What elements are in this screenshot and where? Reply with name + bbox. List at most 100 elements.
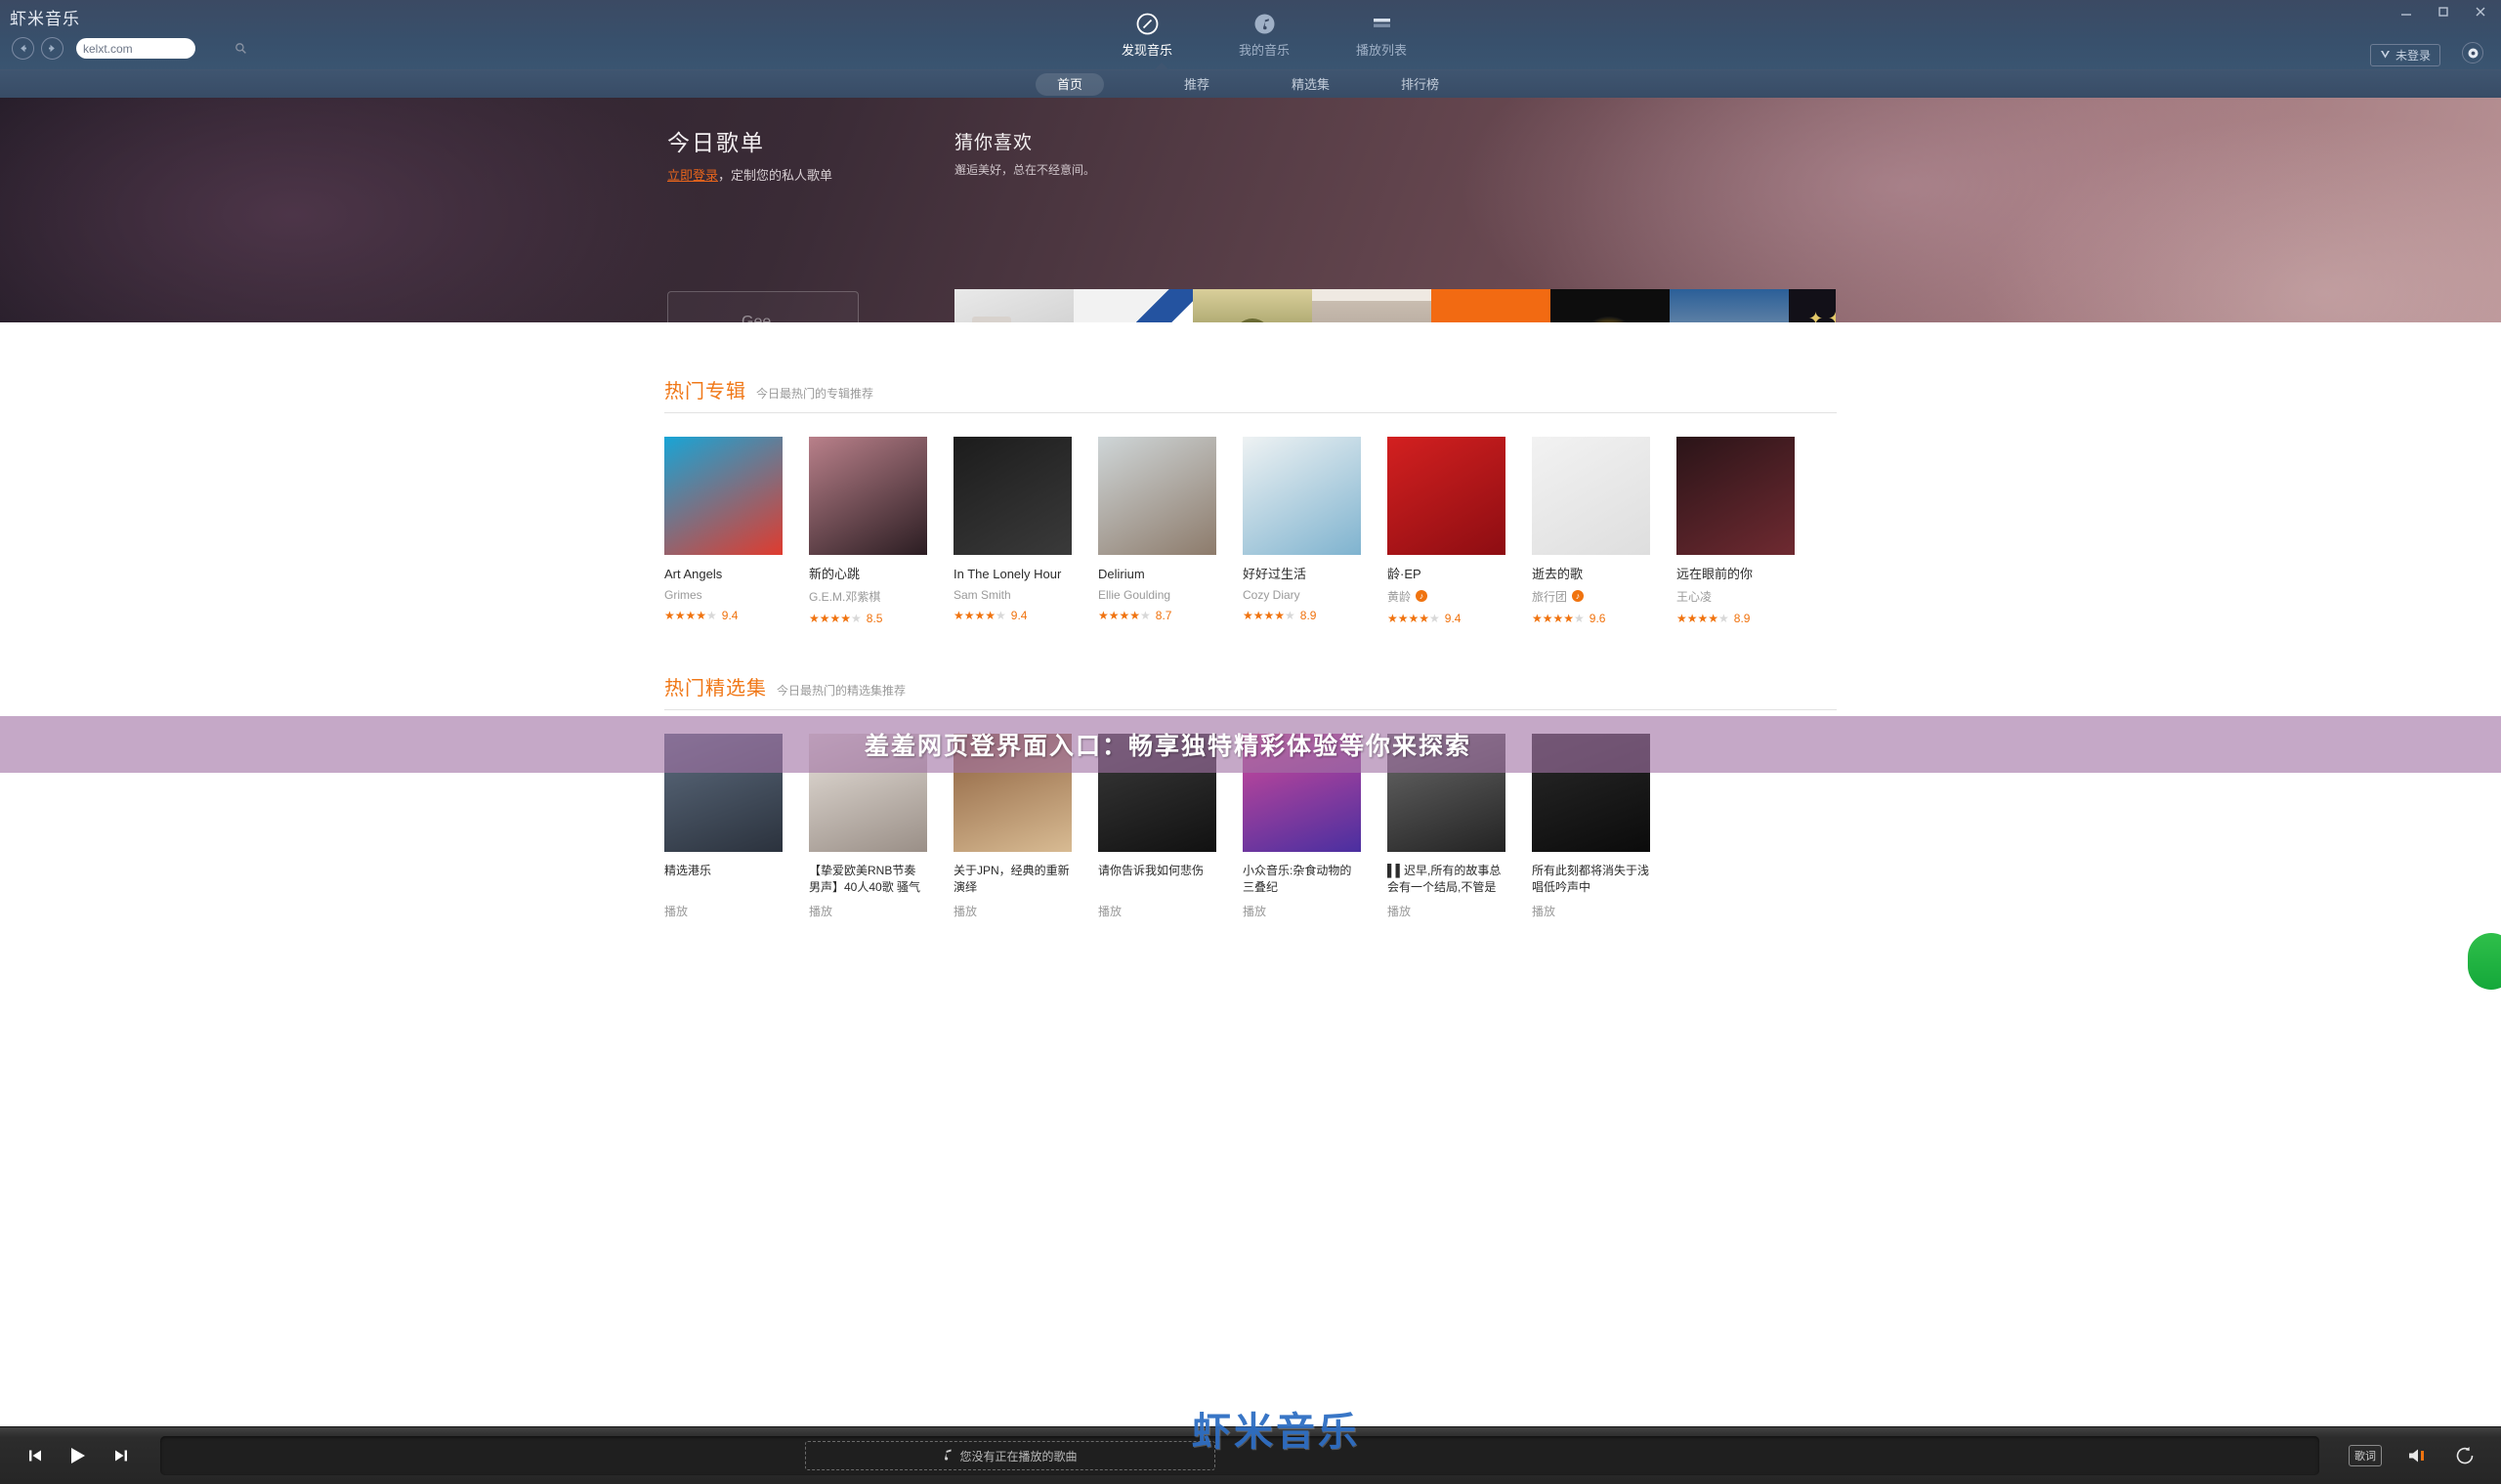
carousel-slide[interactable]: BEGINAGAIN xyxy=(1670,289,1789,322)
album-score: 9.4 xyxy=(1010,608,1028,622)
album-title: 新的心跳 xyxy=(809,567,861,581)
album-title: 龄·EP xyxy=(1387,567,1421,581)
window-controls xyxy=(2397,3,2489,21)
star-rating-icon: ★★★★★ xyxy=(954,608,1006,622)
search-input[interactable] xyxy=(83,41,234,56)
exclusive-badge-icon: ♪ xyxy=(1572,590,1585,603)
application-window: 虾米音乐 kelxt.com 发现音乐 我的音乐 播放列表 未登录 首页 推荐 … xyxy=(0,0,2501,1484)
album-artist: Sam Smith xyxy=(954,588,1072,602)
carousel-slide[interactable] xyxy=(1550,289,1670,322)
search-icon[interactable] xyxy=(234,42,247,55)
album-cover[interactable] xyxy=(1676,437,1795,555)
album-card[interactable]: Art Angels Grimes ★★★★★ 9.4 xyxy=(664,437,783,625)
gear-icon[interactable] xyxy=(2462,42,2483,64)
maximize-icon[interactable] xyxy=(2435,3,2452,21)
album-artist: Grimes xyxy=(664,588,783,602)
album-card[interactable]: 好好过生活 Cozy Diary ★★★★★ 8.9 xyxy=(1243,437,1361,625)
album-score: 8.7 xyxy=(1155,608,1172,622)
star-rating-icon: ★★★★★ xyxy=(1243,608,1295,622)
login-button[interactable]: 未登录 xyxy=(2369,44,2440,66)
collection-play-button[interactable]: 播放 xyxy=(809,903,927,919)
nav-item-my-music[interactable]: 我的音乐 xyxy=(1231,6,1297,59)
collection-play-button[interactable]: 播放 xyxy=(954,903,1072,919)
carousel-slide[interactable] xyxy=(1074,289,1193,322)
collection-title: 小众音乐:杂食动物的三叠纪 xyxy=(1243,863,1352,894)
title-bar: 虾米音乐 kelxt.com 发现音乐 我的音乐 播放列表 未登录 xyxy=(0,0,2501,76)
album-cover[interactable] xyxy=(809,437,927,555)
album-artist: 旅行团 ♪ xyxy=(1532,588,1650,605)
album-card[interactable]: 远在眼前的你 王心凌 ★★★★★ 8.9 xyxy=(1676,437,1795,625)
hot-collections-header: 热门精选集 今日最热门的精选集推荐 xyxy=(664,672,1837,710)
collection-play-button[interactable]: 播放 xyxy=(1387,903,1505,919)
collection-play-button[interactable]: 播放 xyxy=(664,903,783,919)
album-cover[interactable] xyxy=(664,437,783,555)
star-rating-icon: ★★★★★ xyxy=(1098,608,1151,622)
album-title: 好好过生活 xyxy=(1243,567,1307,581)
forward-arrow-icon[interactable] xyxy=(41,37,64,60)
collection-title: 关于JPN，经典的重新演绎 xyxy=(954,863,1070,894)
album-cover[interactable] xyxy=(1532,437,1650,555)
album-card[interactable]: In The Lonely Hour Sam Smith ★★★★★ 9.4 xyxy=(954,437,1072,625)
music-note-icon xyxy=(943,1448,954,1463)
carousel-slide[interactable]: ✦ ✦ ✦ ✦ xyxy=(1789,289,1836,322)
music-note-icon xyxy=(1252,11,1277,36)
nav-active-caret xyxy=(1153,63,1170,71)
play-icon[interactable] xyxy=(66,1444,90,1467)
close-icon[interactable] xyxy=(2472,3,2489,21)
volume-icon[interactable] xyxy=(2407,1447,2429,1464)
subtab-charts[interactable]: 排行榜 xyxy=(1379,73,1461,96)
back-arrow-icon[interactable] xyxy=(12,37,34,60)
floating-action-button[interactable] xyxy=(2468,933,2501,990)
subtab-home[interactable]: 首页 xyxy=(1036,73,1105,96)
nav-item-label: 播放列表 xyxy=(1355,43,1407,58)
album-artist-name: Grimes xyxy=(664,587,702,602)
hot-albums-header: 热门专辑 今日最热门的专辑推荐 xyxy=(664,375,1837,413)
repeat-icon[interactable] xyxy=(2454,1446,2476,1465)
album-score: 8.9 xyxy=(1733,611,1751,625)
carousel-slide[interactable] xyxy=(954,289,1074,322)
compass-icon xyxy=(1135,11,1160,36)
album-card[interactable]: Delirium Ellie Goulding ★★★★★ 8.7 xyxy=(1098,437,1216,625)
subtab-recommend[interactable]: 推荐 xyxy=(1163,73,1231,96)
recommend-title: 猜你喜欢 xyxy=(954,133,1034,153)
star-rating-icon: ★★★★★ xyxy=(1387,611,1440,625)
collection-play-button[interactable]: 播放 xyxy=(1532,903,1650,919)
album-cover[interactable] xyxy=(1098,437,1216,555)
collection-play-button[interactable]: 播放 xyxy=(1098,903,1216,919)
section-description: 今日最热门的精选集推荐 xyxy=(777,683,907,698)
carousel-slide-promo[interactable]: 本日的热门专辑 xyxy=(1431,289,1550,322)
subtab-collections[interactable]: 精选集 xyxy=(1270,73,1351,96)
player-display[interactable]: 您没有正在播放的歌曲 xyxy=(160,1436,2319,1475)
list-icon xyxy=(1370,11,1394,36)
album-card[interactable]: 龄·EP 黄龄 ♪ ★★★★★ 9.4 xyxy=(1387,437,1505,625)
previous-track-icon[interactable] xyxy=(25,1446,45,1465)
album-cover[interactable] xyxy=(1243,437,1361,555)
album-title: 逝去的歌 xyxy=(1532,567,1584,581)
nav-item-playlist[interactable]: 播放列表 xyxy=(1348,6,1415,59)
login-now-link[interactable]: 立即登录 xyxy=(667,168,718,183)
collection-title: 精选港乐 xyxy=(664,863,712,877)
today-playlist-card[interactable]: Gee Happiness 囚鸟 关于郑州 听海 广岛之恋 미스코리아 xyxy=(667,291,859,322)
album-cover[interactable] xyxy=(1387,437,1505,555)
minimize-icon[interactable] xyxy=(2397,3,2415,21)
search-box[interactable] xyxy=(76,38,246,59)
next-track-icon[interactable] xyxy=(111,1446,131,1465)
album-artist-name: Cozy Diary xyxy=(1243,587,1300,602)
promo-overlay-banner[interactable]: 羞羞网页登界面入口：畅享独特精彩体验等你来探索 xyxy=(0,716,2501,773)
album-artist: G.E.M.邓紫棋 xyxy=(809,588,927,605)
carousel-slide-featured[interactable]: Fight Song Rachel Platten xyxy=(1312,289,1431,322)
album-card[interactable]: 逝去的歌 旅行团 ♪ ★★★★★ 9.6 xyxy=(1532,437,1650,625)
collection-play-button[interactable]: 播放 xyxy=(1243,903,1361,919)
promo-overlay-text: 羞羞网页登界面入口：畅享独特精彩体验等你来探索 xyxy=(865,733,1472,760)
carousel-slide[interactable] xyxy=(1193,289,1312,322)
recommend-carousel[interactable]: Fight Song Rachel Platten 本日的热门专辑 BEGINA… xyxy=(954,289,1836,322)
today-subtitle-rest: ，定制您的私人歌单 xyxy=(718,168,833,183)
nav-item-discover[interactable]: 发现音乐 xyxy=(1114,6,1180,59)
album-cover[interactable] xyxy=(954,437,1072,555)
player-bar: 您没有正在播放的歌曲 歌词 xyxy=(0,1426,2501,1484)
app-title: 虾米音乐 xyxy=(10,10,80,28)
nav-item-label: 发现音乐 xyxy=(1121,43,1172,58)
lyrics-button[interactable]: 歌词 xyxy=(2349,1445,2382,1466)
player-controls xyxy=(25,1444,131,1467)
album-card[interactable]: 新的心跳 G.E.M.邓紫棋 ★★★★★ 8.5 xyxy=(809,437,927,625)
